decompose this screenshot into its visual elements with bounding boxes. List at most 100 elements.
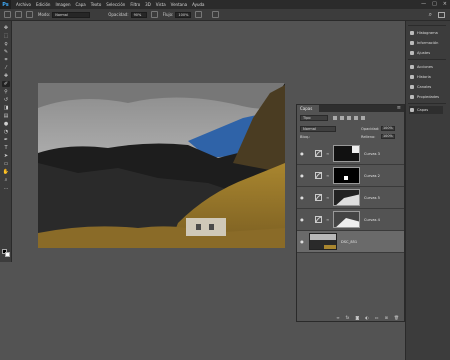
crop-tool-icon[interactable]: ⌗ — [2, 57, 10, 63]
hand-tool-icon[interactable]: ✋ — [2, 169, 10, 175]
menu-capa[interactable]: Capa — [76, 2, 86, 7]
flow-field[interactable]: 100% — [175, 11, 192, 18]
new-layer-icon[interactable]: ⊞ — [385, 315, 388, 320]
filter-pixel-icon[interactable] — [333, 116, 337, 120]
zoom-tool-icon[interactable]: ⌕ — [2, 177, 10, 183]
eraser-tool-icon[interactable]: ◨ — [2, 105, 10, 111]
opacity-label: Opacidad: — [108, 12, 129, 17]
curves-adjustment-icon — [314, 215, 323, 224]
close-button[interactable]: × — [443, 1, 447, 7]
dock-actions[interactable]: Acciones — [410, 63, 433, 71]
pressure-size-icon[interactable] — [212, 11, 220, 18]
adjustment-layer-icon[interactable]: ◐ — [365, 315, 369, 320]
menu-seleccion[interactable]: Selección — [106, 2, 125, 7]
blur-tool-icon[interactable]: ● — [2, 121, 10, 127]
path-select-tool-icon[interactable]: ➤ — [2, 153, 10, 159]
filter-smart-object-icon[interactable] — [361, 116, 365, 120]
dock-channels[interactable]: Canales — [410, 83, 431, 91]
brush-panel-icon[interactable] — [15, 11, 22, 18]
menu-imagen[interactable]: Imagen — [55, 2, 70, 7]
shape-tool-icon[interactable]: ▭ — [2, 161, 10, 167]
airbrush-icon[interactable] — [195, 11, 203, 18]
curves-adjustment-icon — [314, 193, 323, 202]
menu-texto[interactable]: Texto — [91, 2, 102, 7]
dock-layers[interactable]: Capas — [409, 106, 443, 114]
layer-mask-thumbnail[interactable] — [333, 145, 360, 162]
pen-tool-icon[interactable]: ✒ — [2, 137, 10, 143]
pressure-opacity-icon[interactable] — [150, 11, 158, 18]
eye-icon[interactable]: ● — [298, 217, 306, 222]
menu-filtro[interactable]: Filtro — [130, 2, 140, 7]
menu-edicion[interactable]: Edición — [36, 2, 50, 7]
link-layers-icon[interactable]: ∞ — [336, 315, 339, 320]
add-mask-icon[interactable]: ◙ — [355, 315, 359, 320]
brush-settings-icon[interactable] — [26, 11, 33, 18]
layer-name[interactable]: DSC_851 — [341, 240, 357, 244]
blend-mode-select[interactable]: Normal — [300, 126, 336, 132]
group-icon[interactable]: ▭ — [375, 315, 379, 320]
layer-mask-thumbnail[interactable] — [333, 167, 360, 184]
quick-select-tool-icon[interactable]: ✎ — [2, 49, 10, 55]
fill-field[interactable]: 100% — [381, 134, 395, 139]
layer-row[interactable]: ● ∞ Curvas 3 — [297, 143, 404, 165]
chain-link-icon: ∞ — [326, 151, 330, 156]
filter-kind-select[interactable]: Tipo — [300, 115, 328, 121]
mode-select[interactable]: Normal — [52, 11, 91, 18]
clone-stamp-tool-icon[interactable]: ⚲ — [2, 89, 10, 95]
layer-mask-thumbnail[interactable] — [333, 211, 360, 228]
chain-link-icon: ∞ — [326, 195, 330, 200]
eyedropper-tool-icon[interactable]: ⁄ — [2, 65, 10, 71]
eye-icon[interactable]: ● — [298, 151, 306, 156]
layer-row[interactable]: ● DSC_851 — [297, 231, 404, 253]
dock-info[interactable]: Información — [410, 39, 438, 47]
brush-preset-icon[interactable] — [4, 11, 11, 18]
layer-name[interactable]: Curvas 4 — [364, 218, 380, 222]
layer-name[interactable]: Curvas 5 — [364, 196, 380, 200]
tab-layers[interactable]: Capas — [297, 105, 319, 112]
gradient-tool-icon[interactable]: ▤ — [2, 113, 10, 119]
move-tool-icon[interactable]: ✥ — [2, 25, 10, 31]
type-tool-icon[interactable]: T — [2, 145, 10, 151]
dock-history[interactable]: Historia — [410, 73, 431, 81]
dock-properties[interactable]: Propiedades — [410, 93, 439, 101]
restore-button[interactable]: □ — [432, 1, 437, 7]
minimize-button[interactable]: — — [421, 1, 426, 7]
menu-vista[interactable]: Vista — [156, 2, 166, 7]
menu-archivo[interactable]: Archivo — [16, 2, 31, 7]
layer-opacity-field[interactable]: 100% — [381, 126, 395, 131]
marquee-tool-icon[interactable]: ⬚ — [2, 33, 10, 39]
brush-tool-icon[interactable]: ✐ — [2, 81, 10, 87]
fx-icon[interactable]: fx — [346, 315, 350, 320]
eye-icon[interactable]: ● — [298, 239, 306, 244]
filter-adjustment-icon[interactable] — [340, 116, 344, 120]
layer-image-thumbnail[interactable] — [309, 233, 337, 250]
eye-icon[interactable]: ● — [298, 195, 306, 200]
menu-ventana[interactable]: Ventana — [171, 2, 187, 7]
background-color-swatch[interactable] — [5, 252, 10, 257]
search-icon[interactable]: ⌕ — [429, 11, 432, 19]
healing-tool-icon[interactable]: ✚ — [2, 73, 10, 79]
trash-icon[interactable]: 🗑 — [394, 315, 399, 320]
dodge-tool-icon[interactable]: ◔ — [2, 129, 10, 135]
dock-histogram[interactable]: Histograma — [410, 29, 438, 37]
eye-icon[interactable]: ● — [298, 173, 306, 178]
filter-type-icon[interactable] — [347, 116, 351, 120]
lasso-tool-icon[interactable]: ϙ — [2, 41, 10, 47]
layer-mask-thumbnail[interactable] — [333, 189, 360, 206]
more-tools-icon[interactable]: … — [2, 185, 10, 191]
flow-label: Flujo: — [162, 12, 174, 17]
history-brush-tool-icon[interactable]: ↺ — [2, 97, 10, 103]
opacity-field[interactable]: 90% — [130, 11, 147, 18]
workspace-icon[interactable] — [438, 12, 445, 18]
panel-menu-icon[interactable]: ≡ — [397, 105, 401, 111]
layer-row[interactable]: ● ∞ Curvas 2 — [297, 165, 404, 187]
filter-shape-icon[interactable] — [354, 116, 358, 120]
menu-3d[interactable]: 3D — [145, 2, 151, 7]
layer-row[interactable]: ● ∞ Curvas 4 — [297, 209, 404, 231]
layer-name[interactable]: Curvas 3 — [364, 152, 380, 156]
dock-adjustments[interactable]: Ajustes — [410, 49, 430, 57]
document-canvas[interactable] — [38, 83, 285, 248]
menu-ayuda[interactable]: Ayuda — [192, 2, 204, 7]
layer-name[interactable]: Curvas 2 — [364, 174, 380, 178]
layer-row[interactable]: ● ∞ Curvas 5 — [297, 187, 404, 209]
